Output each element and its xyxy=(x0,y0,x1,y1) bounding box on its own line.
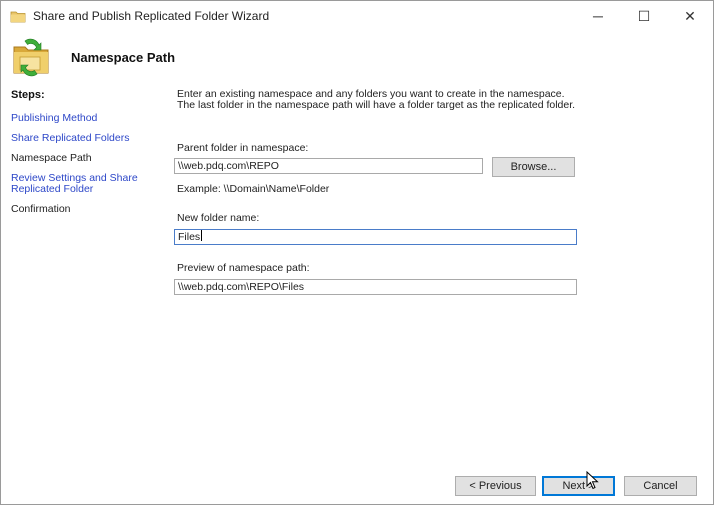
step-publishing-method[interactable]: Publishing Method xyxy=(11,113,161,124)
folder-icon xyxy=(10,11,26,23)
close-icon: ✕ xyxy=(684,7,696,24)
maximize-button[interactable]: ☐ xyxy=(621,1,667,31)
page-title: Namespace Path xyxy=(71,50,176,65)
step-namespace-path: Namespace Path xyxy=(11,152,92,164)
window-title: Share and Publish Replicated Folder Wiza… xyxy=(33,9,270,23)
title-bar[interactable]: Share and Publish Replicated Folder Wiza… xyxy=(1,1,713,31)
parent-folder-field[interactable]: \\web.pdq.com\REPO xyxy=(174,158,483,174)
example-text: Example: \\Domain\Name\Folder xyxy=(177,183,330,195)
next-button[interactable]: Next > xyxy=(542,476,615,496)
wizard-window: Share and Publish Replicated Folder Wiza… xyxy=(0,0,714,505)
maximize-icon: ☐ xyxy=(637,7,651,24)
parent-folder-label: Parent folder in namespace: xyxy=(177,142,309,154)
steps-sidebar: Steps: Publishing Method Share Replicate… xyxy=(11,89,161,224)
preview-label: Preview of namespace path: xyxy=(177,262,310,274)
cancel-button[interactable]: Cancel xyxy=(624,476,697,496)
text-caret xyxy=(201,230,203,241)
intro-text: Enter an existing namespace and any fold… xyxy=(177,88,576,111)
new-folder-field[interactable]: Files xyxy=(174,229,577,245)
steps-heading: Steps: xyxy=(11,89,45,101)
close-button[interactable]: ✕ xyxy=(667,1,713,31)
new-folder-value: Files xyxy=(178,231,201,243)
preview-field: \\web.pdq.com\REPO\Files xyxy=(174,279,577,295)
browse-button[interactable]: Browse... xyxy=(492,157,575,177)
step-confirmation: Confirmation xyxy=(11,203,71,215)
shared-folders-icon xyxy=(13,38,49,77)
mouse-pointer-icon xyxy=(586,471,599,490)
minimize-button[interactable]: ─ xyxy=(575,1,621,31)
new-folder-label: New folder name: xyxy=(177,212,260,224)
minimize-icon: ─ xyxy=(593,8,603,24)
wizard-header: Namespace Path xyxy=(1,31,713,83)
previous-button[interactable]: < Previous xyxy=(455,476,536,496)
main-content: Enter an existing namespace and any fold… xyxy=(177,89,582,111)
step-review-settings[interactable]: Review Settings and Share Replicated Fol… xyxy=(11,173,146,195)
step-share-replicated-folders[interactable]: Share Replicated Folders xyxy=(11,133,161,144)
